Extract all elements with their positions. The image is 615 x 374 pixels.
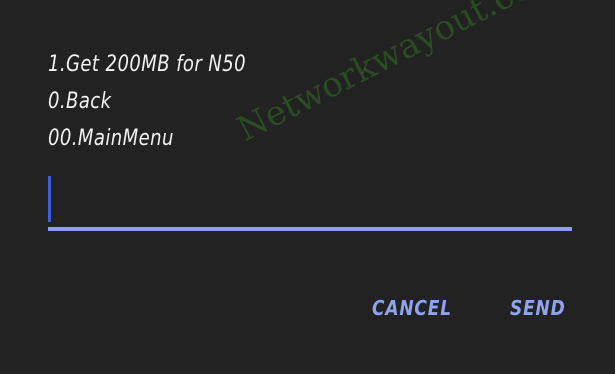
ussd-dialog: 1.Get 200MB for N50 0.Back 00.MainMenu N…	[0, 0, 615, 374]
cancel-button[interactable]: CANCEL	[372, 296, 452, 320]
menu-item-main-menu: 00.MainMenu	[48, 126, 174, 151]
menu-item-get-200mb: 1.Get 200MB for N50	[48, 52, 246, 77]
send-button[interactable]: SEND	[510, 296, 566, 320]
ussd-menu: 1.Get 200MB for N50 0.Back 00.MainMenu	[48, 46, 289, 157]
menu-item-back: 0.Back	[48, 89, 112, 114]
input-underline	[48, 227, 572, 231]
reply-input[interactable]	[48, 172, 572, 228]
reply-input-container[interactable]	[48, 172, 572, 232]
